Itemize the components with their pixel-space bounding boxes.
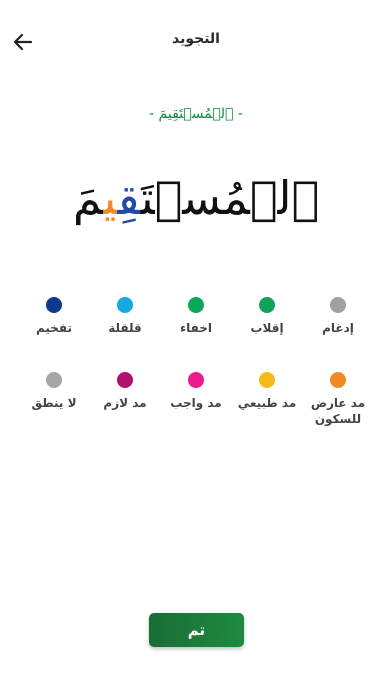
color-dot bbox=[259, 297, 275, 313]
legend-label: مد لازم bbox=[103, 396, 147, 410]
color-dot bbox=[259, 372, 275, 388]
word-label: - ٱلۡمُسۡتَقِيمَ - bbox=[149, 106, 243, 122]
legend-label: مد عارض للسكون bbox=[310, 396, 366, 427]
legend-label: مد طبيعي bbox=[237, 396, 297, 410]
legend-label: إدغام bbox=[322, 321, 354, 335]
legend-item-iqlab: إقلاب bbox=[235, 297, 299, 336]
word-part-qalqala: قِ bbox=[117, 171, 141, 225]
color-dot bbox=[117, 372, 133, 388]
word-part-madd: ي bbox=[103, 171, 118, 225]
legend-item-madd-tabii: مد طبيعي bbox=[235, 372, 299, 427]
legend-item-madd-wajib: مد واجب bbox=[164, 372, 228, 427]
legend-row-2: مد عارض للسكون مد طبيعي مد واجب مد لازم … bbox=[0, 372, 392, 427]
legend-item-qalqala: قلقلة bbox=[93, 297, 157, 336]
color-dot bbox=[46, 297, 62, 313]
color-dot bbox=[188, 297, 204, 313]
word-part-plain: ٱلۡمُسۡتَ bbox=[140, 171, 320, 225]
legend-item-silent: لا ينطق bbox=[22, 372, 86, 427]
legend-label: اخفاء bbox=[179, 321, 213, 335]
legend-item-madd-arid: مد عارض للسكون bbox=[306, 372, 370, 427]
done-button-label: تم bbox=[187, 621, 206, 639]
legend-label: قلقلة bbox=[108, 321, 142, 335]
legend-row-1: إدغام إقلاب اخفاء قلقلة تفخيم bbox=[0, 297, 392, 336]
done-button[interactable]: تم bbox=[149, 613, 244, 647]
legend-item-ikhfa: اخفاء bbox=[164, 297, 228, 336]
legend-item-tafkheem: تفخيم bbox=[22, 297, 86, 336]
legend-label: مد واجب bbox=[170, 396, 222, 410]
color-dot bbox=[330, 297, 346, 313]
legend-label: تفخيم bbox=[35, 321, 73, 335]
color-dot bbox=[117, 297, 133, 313]
word-part-plain-end: مَ bbox=[72, 171, 104, 225]
legend-label: إقلاب bbox=[250, 321, 284, 335]
highlighted-word: ٱلۡمُسۡتَقِيمَ bbox=[0, 166, 392, 230]
page-title: التجويد bbox=[172, 31, 220, 47]
legend-label: لا ينطق bbox=[31, 396, 77, 410]
color-dot bbox=[46, 372, 62, 388]
legend-item-idgham: إدغام bbox=[306, 297, 370, 336]
app-header: التجويد bbox=[0, 0, 392, 84]
color-dot bbox=[188, 372, 204, 388]
legend-item-madd-lazim: مد لازم bbox=[93, 372, 157, 427]
color-dot bbox=[330, 372, 346, 388]
